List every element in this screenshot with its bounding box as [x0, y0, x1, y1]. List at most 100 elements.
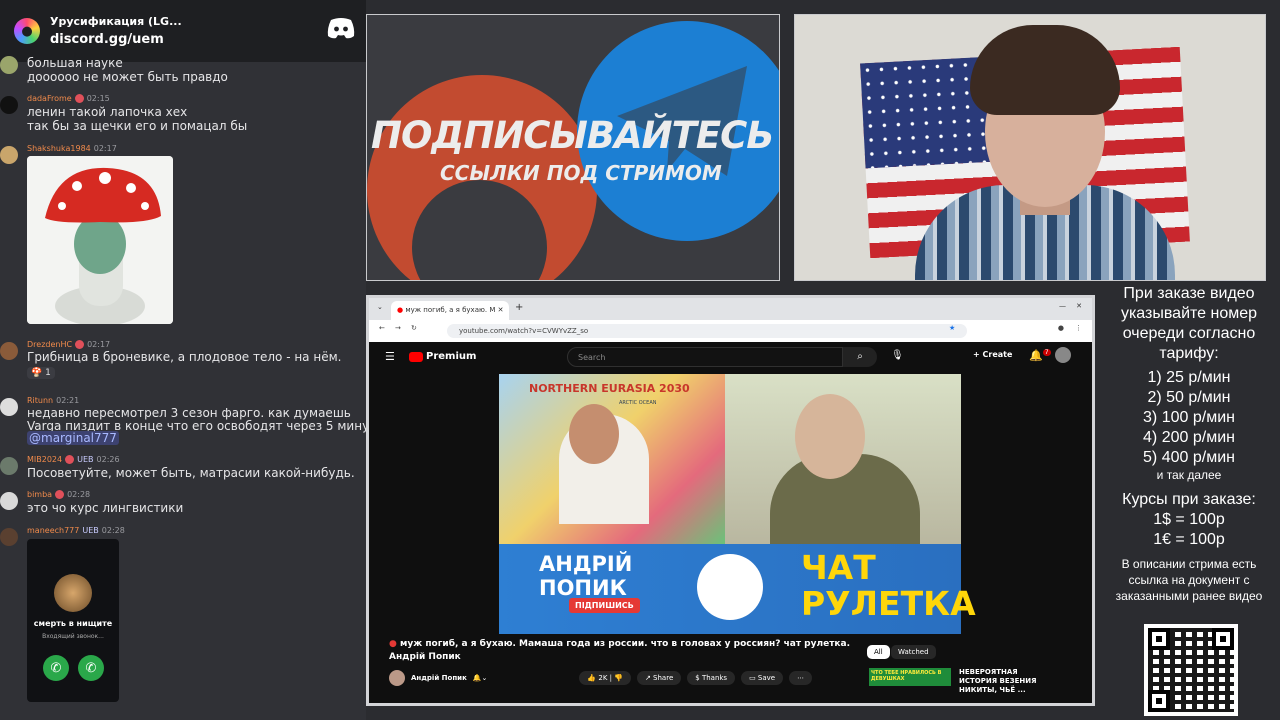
chip-all[interactable]: All — [867, 645, 890, 659]
server-tag: UEB — [77, 455, 94, 464]
user-mention[interactable]: @marginal777 — [27, 431, 119, 445]
search-icon[interactable]: ⌕ — [843, 347, 877, 367]
avatar — [0, 146, 18, 164]
recommended-thumbnail[interactable]: ЧТО ТЕБЕ НРАВИЛОСЬ В ДЕВУШКАХ — [869, 668, 951, 686]
search-input[interactable]: Search — [567, 347, 843, 367]
message-text: недавно пересмотрел 3 сезон фарго. как д… — [27, 406, 351, 420]
like-button[interactable]: 👍 2K | 👎 — [579, 671, 631, 685]
tier-item: 4) 200 р/мин — [1143, 429, 1235, 446]
username[interactable]: dadaFrome — [27, 94, 72, 103]
role-badge-icon — [55, 490, 65, 499]
back-icon[interactable]: ← — [379, 324, 385, 332]
video-actions-row: Андрій Попик 🔔⌄ 👍 2K | 👎 ↗ Share $ Thank… — [389, 670, 813, 686]
caller-avatar — [54, 574, 92, 612]
server-tag: UEB — [82, 526, 99, 535]
video-title: ● муж погиб, а я бухаю. Мамаша года из р… — [389, 639, 851, 662]
forward-icon[interactable]: → — [395, 324, 401, 332]
avatar — [0, 96, 18, 114]
channel-avatar[interactable] — [389, 670, 405, 686]
timestamp: 02:26 — [96, 455, 120, 464]
banner-face — [697, 554, 763, 620]
role-badge-icon — [75, 340, 85, 349]
incoming-call-screenshot[interactable]: смерть в нищите Входящий звонок... ✆ ✆ — [27, 539, 119, 702]
username[interactable]: DrezdenHC — [27, 340, 72, 349]
more-actions-icon[interactable]: ⋯ — [789, 671, 813, 685]
address-bar-row: ← → ↻ youtube.com/watch?v=CVWYvZZ_so ★ ●… — [369, 320, 1092, 342]
tier-item: 1) 25 р/мин — [1147, 369, 1231, 386]
timestamp: 02:17 — [87, 340, 111, 349]
qr-code[interactable] — [1144, 624, 1238, 716]
call-status: Входящий звонок... — [42, 633, 104, 640]
map-title: NORTHERN EURASIA 2030 — [529, 382, 690, 395]
menu-dots-icon[interactable]: ⋮ — [1075, 324, 1082, 332]
avatar — [0, 492, 18, 510]
streamer-hair — [970, 25, 1120, 115]
create-button[interactable]: + Create — [973, 350, 1012, 359]
server-icon: ● — [14, 18, 40, 44]
rate-eur: 1€ = 100р — [1153, 531, 1225, 548]
recommended-title[interactable]: НЕВЕРОЯТНАЯ ИСТОРИЯ ВЕЗЕНИЯ НИКИТЫ, ЧЬЁ … — [959, 668, 1057, 695]
username[interactable]: MIB2024 — [27, 455, 62, 464]
close-icon[interactable]: ✕ — [1076, 302, 1082, 310]
browser-tab-bar: ⌄ ● муж погиб, а я бухаю. М ✕ + — ✕ — [369, 298, 1092, 320]
save-button[interactable]: ▭ Save — [741, 671, 784, 685]
subscribe-promo-panel: ПОДПИСЫВАЙТЕСЬ ССЫЛКИ ПОД СТРИМОМ — [366, 14, 780, 281]
username[interactable]: Shakshuka1984 — [27, 144, 91, 153]
video-right-frame — [725, 374, 961, 544]
promo-subheadline: ССЫЛКИ ПОД СТРИМОМ — [440, 161, 722, 185]
account-avatar[interactable] — [1055, 347, 1071, 363]
avatar — [0, 457, 18, 475]
video-player[interactable]: NORTHERN EURASIA 2030 ARCTIC OCEAN АНДРІ… — [499, 374, 976, 634]
username[interactable]: maneech777 — [27, 526, 79, 535]
message-text: ленин такой лапочка хех — [27, 105, 188, 119]
role-badge-icon — [74, 94, 84, 103]
browser-window: ⌄ ● муж погиб, а я бухаю. М ✕ + — ✕ ← → … — [366, 295, 1095, 706]
thanks-button[interactable]: $ Thanks — [687, 671, 736, 685]
mushroom-bust-illustration — [27, 156, 173, 324]
tab-list-icon[interactable]: ⌄ — [377, 303, 383, 311]
stream-layout: ● Урусификация (LG... discord.gg/uem бол… — [0, 0, 1280, 720]
video-banner: АНДРІЙ ПОПИК ПІДПИШИСЬ ЧАТ РУЛЕТКА — [499, 544, 976, 634]
reload-icon[interactable]: ↻ — [411, 324, 417, 332]
bell-icon[interactable]: 🔔⌄ — [473, 674, 488, 682]
avatar — [0, 342, 18, 360]
tab-title: муж погиб, а я бухаю. М — [405, 306, 496, 314]
video-call-icon: ✆ — [78, 655, 104, 681]
streamer-webcam — [794, 14, 1266, 281]
tier-item: 2) 50 р/мин — [1147, 389, 1231, 406]
timestamp: 02:21 — [56, 396, 80, 405]
microphone-icon[interactable]: 🎙 — [891, 350, 904, 361]
message-text: Посоветуйте, может быть, матрасии какой-… — [27, 466, 355, 480]
url-input[interactable]: youtube.com/watch?v=CVWYvZZ_so — [447, 324, 967, 338]
new-tab-icon[interactable]: + — [515, 302, 523, 313]
discord-server-header: ● Урусификация (LG... discord.gg/uem — [0, 0, 366, 62]
notifications-bell-icon[interactable]: 🔔 7 — [1029, 349, 1051, 362]
bookmark-star-icon[interactable]: ★ — [949, 324, 955, 332]
discord-chat-overlay: ● Урусификация (LG... discord.gg/uem бол… — [0, 0, 366, 720]
timestamp: 02:28 — [67, 490, 91, 499]
hamburger-menu-icon[interactable]: ☰ — [385, 350, 395, 363]
message-text: доооооо не может быть правдо — [27, 70, 228, 84]
discord-logo-icon — [327, 18, 355, 39]
minimize-icon[interactable]: — — [1059, 302, 1066, 310]
username[interactable]: Ritunn — [27, 396, 53, 405]
chip-watched[interactable]: Watched — [891, 645, 936, 659]
channel-name[interactable]: Андрій Попик — [411, 674, 467, 682]
browser-tab[interactable]: ● муж погиб, а я бухаю. М ✕ — [391, 301, 509, 320]
banner-subscribe-badge: ПІДПИШИСЬ — [569, 598, 640, 613]
timestamp: 02:17 — [93, 144, 117, 153]
message-text: большая науке — [27, 56, 123, 70]
message-text: Грибница в броневике, а плодовое тело - … — [27, 350, 342, 364]
video-left-frame: NORTHERN EURASIA 2030 ARCTIC OCEAN — [499, 374, 725, 544]
reaction-pill[interactable]: 🍄 1 — [27, 367, 55, 379]
username[interactable]: bimba — [27, 490, 52, 499]
courses-title: Курсы при заказе: — [1122, 491, 1256, 508]
share-button[interactable]: ↗ Share — [636, 671, 682, 685]
lenin-mushroom-image[interactable] — [27, 156, 173, 324]
pricing-footer: В описании стрима есть ссылка на докумен… — [1115, 557, 1263, 603]
server-invite-link[interactable]: discord.gg/uem — [50, 31, 182, 49]
profile-icon[interactable]: ● — [1058, 324, 1064, 332]
promo-headline: ПОДПИСЫВАЙТЕСЬ — [371, 114, 774, 157]
youtube-page: ☰ Premium Search ⌕ 🎙 + Create 🔔 7 NORTHER… — [369, 342, 1092, 703]
youtube-logo[interactable]: Premium — [409, 351, 476, 362]
